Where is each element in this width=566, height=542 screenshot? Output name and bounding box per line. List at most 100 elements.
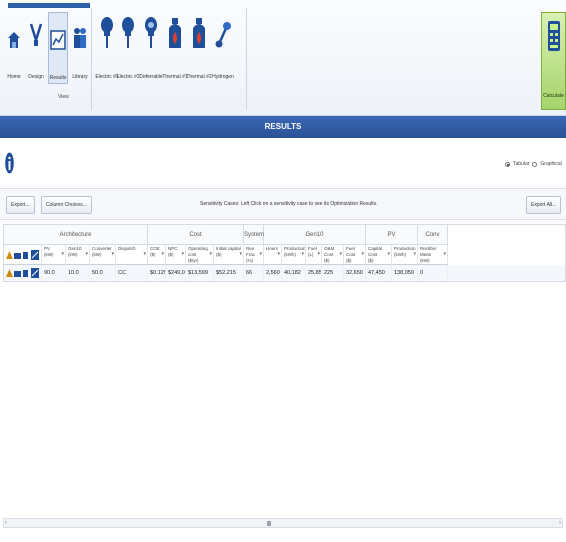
thermal-load-2-label: Thermal #2 <box>186 74 212 80</box>
hydrogen-load-label: Hydrogen <box>212 74 234 80</box>
electric-load-2-button[interactable]: Electric #2 <box>116 12 140 84</box>
filter-icon[interactable]: ▾ <box>413 251 416 257</box>
table-cell: $13,599 <box>186 265 214 281</box>
column-header[interactable]: Production (kWh) ▾ <box>282 245 306 265</box>
table-cell: 90.0 <box>42 265 66 281</box>
filter-icon[interactable]: ▾ <box>209 251 212 257</box>
lightbulb-icon <box>100 12 114 50</box>
filter-icon[interactable]: ▾ <box>387 251 390 257</box>
thermal-load-2-button[interactable]: Thermal #2 <box>186 12 212 84</box>
table-cell: 2,560 <box>264 265 282 281</box>
tabular-radio[interactable] <box>505 161 510 167</box>
table-cell: 138,050 <box>392 265 418 281</box>
column-header[interactable]: Hours ▾ <box>264 245 282 265</box>
electric-load-2-label: Electric #2 <box>116 74 140 80</box>
column-header[interactable]: Fuel (L) ▾ <box>306 245 322 265</box>
tabular-option-label: Tabular <box>513 161 530 167</box>
filter-icon[interactable]: ▾ <box>181 251 184 257</box>
scroll-left-arrow[interactable]: ‹ <box>5 520 7 527</box>
deferrable-load-label: Deferrable <box>139 74 163 80</box>
filter-icon[interactable]: ▾ <box>277 251 280 257</box>
scroll-right-arrow[interactable]: › <box>559 520 561 527</box>
filter-icon[interactable]: ▾ <box>301 251 304 257</box>
electric-load-1-label: Electric #1 <box>95 74 119 80</box>
column-header-name: Operating cost <box>188 246 208 257</box>
filter-icon[interactable]: ▾ <box>143 251 146 257</box>
column-header[interactable]: PV (kW) ▾ <box>42 245 66 265</box>
library-button[interactable]: Library <box>71 12 89 84</box>
results-toolbar: Export... Column Choices... Sensitivity … <box>0 188 566 220</box>
generator-icon <box>14 271 21 277</box>
table-cell: 40,182 <box>282 265 306 281</box>
thermal-tank-icon <box>167 12 183 50</box>
column-choices-button[interactable]: Column Choices... <box>41 196 92 214</box>
deferrable-load-button[interactable]: Deferrable <box>139 12 163 84</box>
home-button[interactable]: Home <box>6 12 22 84</box>
library-button-label: Library <box>72 74 88 80</box>
hydrogen-load-button[interactable]: Hydrogen <box>212 12 234 84</box>
table-cell: $52,215 <box>214 265 244 281</box>
info-icon[interactable] <box>5 152 14 179</box>
library-people-icon <box>72 12 88 50</box>
column-header[interactable]: COE ($) ▾ <box>148 245 166 265</box>
filter-icon[interactable]: ▾ <box>361 251 364 257</box>
scrollbar-thumb[interactable] <box>267 521 271 526</box>
table-cell: $249,047 <box>166 265 186 281</box>
filter-icon[interactable]: ▾ <box>259 251 262 257</box>
thermal-load-1-label: Thermal #1 <box>162 74 188 80</box>
column-header[interactable]: Ren Frac (%) ▾ <box>244 245 264 265</box>
design-icon <box>28 12 44 50</box>
column-header[interactable]: Rectifier Mean (kW) ▾ <box>418 245 448 265</box>
export-button[interactable]: Export... <box>6 196 35 214</box>
results-button-label: Results <box>49 75 67 81</box>
results-panel: Tabular Graphical Export... Column Choic… <box>0 138 566 542</box>
results-button[interactable]: Results <box>48 12 68 84</box>
filter-icon[interactable]: ▾ <box>111 251 114 257</box>
converter-icon <box>31 268 39 278</box>
electric-load-1-button[interactable]: Electric #1 <box>95 12 119 84</box>
deferrable-bulb-icon <box>144 12 158 50</box>
optimization-results-table: Architecture Cost System Gen10 PV Conv PV (kW) ▾… <box>3 224 566 282</box>
column-header[interactable]: Production (kWh) ▾ <box>392 245 418 265</box>
converter-icon <box>31 250 39 260</box>
thermal-load-1-button[interactable]: Thermal #1 <box>162 12 188 84</box>
filter-icon[interactable]: ▾ <box>61 251 64 257</box>
graphical-radio[interactable] <box>532 161 538 167</box>
column-header-unit: (kWh) <box>284 252 296 257</box>
column-header[interactable]: Capital Cost ($) ▾ <box>366 245 392 265</box>
column-header[interactable]: NPC ($) ▾ <box>166 245 186 265</box>
home-icon <box>7 12 21 50</box>
column-group-header: Architecture <box>4 225 148 245</box>
design-button-label: Design <box>28 74 44 80</box>
column-header[interactable]: Gen10 (kW) ▾ <box>66 245 90 265</box>
pv-panel-icon <box>6 269 13 277</box>
filter-icon[interactable]: ▾ <box>317 251 320 257</box>
column-header[interactable]: Operating cost ($/yr) ▾ <box>186 245 214 265</box>
filter-icon[interactable]: ▾ <box>339 251 342 257</box>
column-header-name: Dispatch <box>118 246 136 251</box>
filter-icon[interactable]: ▾ <box>85 251 88 257</box>
column-header-unit: ($/yr) <box>188 258 199 263</box>
design-button[interactable]: Design <box>27 12 45 84</box>
view-group-label: View <box>58 94 69 100</box>
column-header-unit: ($) <box>324 258 330 263</box>
filter-icon[interactable]: ▾ <box>161 251 164 257</box>
filter-icon[interactable]: ▾ <box>443 251 446 257</box>
column-header[interactable]: Converter (kW) ▾ <box>90 245 116 265</box>
calculator-icon <box>547 21 560 51</box>
horizontal-scrollbar[interactable]: ‹ › <box>3 518 563 528</box>
column-header[interactable]: Dispatch ▾ <box>116 245 148 265</box>
export-all-button[interactable]: Export All... <box>526 196 562 214</box>
thermal-tank-icon <box>191 12 207 50</box>
column-header-unit: (kW) <box>68 252 78 257</box>
lightbulb-icon <box>121 12 135 50</box>
column-group-header: Conv <box>418 225 448 245</box>
column-header[interactable]: O&M Cost ($) ▾ <box>322 245 344 265</box>
column-header-name: Fuel Cost <box>346 246 356 257</box>
column-header[interactable]: Fuel Cost ($) ▾ <box>344 245 366 265</box>
column-group-header: Gen10 <box>264 225 366 245</box>
table-cell: 10.0 <box>66 265 90 281</box>
filter-icon[interactable]: ▾ <box>239 251 242 257</box>
calculate-button[interactable]: Calculate <box>541 12 566 110</box>
column-header[interactable]: Initial capital ($) ▾ <box>214 245 244 265</box>
